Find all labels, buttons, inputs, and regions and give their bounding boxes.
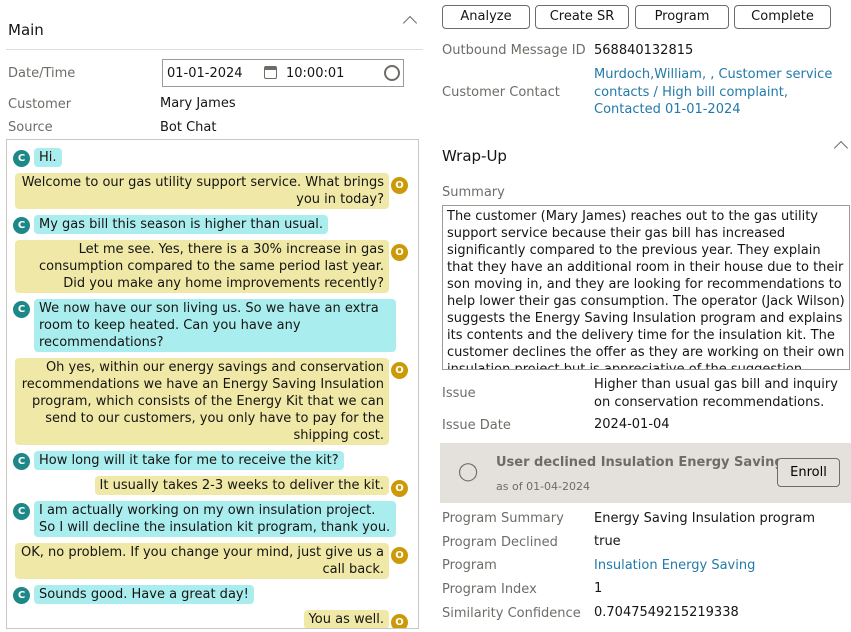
customer-message: C My gas bill this season is higher than … [7, 215, 418, 234]
message-text: How long will it take for me to receive … [34, 451, 344, 470]
customer-avatar-icon: C [13, 217, 30, 234]
operator-message: O OK, no problem. If you change your mind… [7, 543, 418, 579]
message-text: Hi. [34, 148, 62, 167]
banner-title: User declined Insulation Energy Saving [496, 455, 784, 470]
outbound-value: 568840132815 [594, 43, 694, 58]
message-text: Welcome to our gas utility support servi… [15, 173, 389, 209]
message-text: My gas bill this season is higher than u… [34, 215, 329, 234]
date-time-label: Date/Time [8, 66, 76, 81]
complete-button[interactable]: Complete [734, 5, 831, 29]
program-index-label: Program Index [442, 582, 537, 597]
issue-value: Higher than usual gas bill and inquiry o… [594, 377, 838, 410]
message-text: You as well. [303, 610, 389, 628]
program-link[interactable]: Insulation Energy Saving [594, 558, 755, 573]
divider [6, 49, 423, 50]
customer-value: Mary James [160, 96, 236, 111]
customer-avatar-icon: C [13, 301, 30, 318]
issue-date-value: 2024-01-04 [594, 417, 670, 432]
calendar-icon[interactable] [264, 66, 277, 79]
message-text: Sounds good. Have a great day! [34, 585, 254, 604]
summary-label: Summary [442, 185, 505, 200]
similarity-label: Similarity Confidence [442, 606, 581, 621]
program-declined-label: Program Declined [442, 535, 558, 550]
chat-transcript[interactable]: C Hi. O Welcome to our gas utility support … [6, 139, 419, 629]
wrapup-title: Wrap-Up [442, 147, 507, 165]
similarity-value: 0.7047549215219338 [594, 605, 739, 620]
program-summary-label: Program Summary [442, 511, 564, 526]
time-input[interactable]: 10:00:01 [286, 66, 344, 81]
issue-date-label: Issue Date [442, 418, 511, 433]
declined-banner: ◯ User declined Insulation Energy Saving… [440, 443, 851, 503]
contact-label: Customer Contact [442, 85, 560, 100]
source-value: Bot Chat [160, 120, 217, 135]
issue-label: Issue [442, 386, 476, 401]
main-section-title: Main [8, 21, 44, 39]
message-text: Let me see. Yes, there is a 30% increase… [15, 240, 389, 293]
customer-message: C Hi. [7, 148, 418, 167]
message-text: It usually takes 2-3 weeks to deliver th… [94, 476, 389, 495]
clock-icon[interactable] [384, 65, 400, 81]
contact-link[interactable]: Murdoch,William, , Customer service cont… [594, 66, 844, 119]
source-label: Source [8, 120, 53, 135]
customer-message: C Sounds good. Have a great day! [7, 585, 418, 604]
customer-avatar-icon: C [13, 503, 30, 520]
operator-avatar-icon: O [391, 614, 408, 628]
program-button[interactable]: Program [635, 5, 729, 29]
enroll-button[interactable]: Enroll [777, 458, 840, 487]
collapse-main-icon[interactable] [402, 15, 418, 31]
summary-textarea[interactable]: The customer (Mary James) reaches out to… [442, 205, 850, 370]
operator-message: O Oh yes, within our energy savings and c… [7, 358, 418, 445]
operator-message: O It usually takes 2-3 weeks to deliver t… [7, 476, 418, 497]
date-input[interactable]: 01-01-2024 [167, 66, 243, 81]
date-time-field[interactable]: 01-01-2024 10:00:01 [162, 59, 404, 87]
message-text: We now have our son living us. So we hav… [34, 299, 396, 352]
operator-message: O You as well. [7, 610, 418, 628]
customer-avatar-icon: C [13, 453, 30, 470]
operator-avatar-icon: O [391, 547, 408, 564]
banner-subtitle: as of 01-04-2024 [496, 480, 590, 493]
operator-avatar-icon: O [391, 177, 408, 194]
customer-message: CI am actually working on my own insulat… [7, 501, 418, 537]
program-declined-value: true [594, 534, 621, 549]
message-text: OK, no problem. If you change your mind,… [15, 543, 389, 579]
create-sr-button[interactable]: Create SR [535, 5, 629, 29]
customer-avatar-icon: C [13, 150, 30, 167]
collapse-wrapup-icon[interactable] [833, 140, 849, 156]
user-declined-icon: ◯ [458, 461, 479, 482]
operator-message: O Let me see. Yes, there is a 30% increas… [7, 240, 418, 293]
message-text: I am actually working on my own insulati… [34, 501, 396, 537]
outbound-label: Outbound Message ID [442, 43, 586, 58]
customer-avatar-icon: C [13, 587, 30, 604]
customer-message: C How long will it take for me to receive… [7, 451, 418, 470]
program-index-value: 1 [594, 581, 603, 596]
operator-avatar-icon: O [391, 244, 408, 261]
operator-message: O Welcome to our gas utility support serv… [7, 173, 418, 209]
message-text: Oh yes, within our energy savings and co… [15, 358, 389, 445]
program-summary-value: Energy Saving Insulation program [594, 511, 815, 526]
operator-avatar-icon: O [391, 480, 408, 497]
analyze-button[interactable]: Analyze [442, 5, 530, 29]
customer-label: Customer [8, 97, 72, 112]
operator-avatar-icon: O [391, 362, 408, 379]
customer-message: C We now have our son living us. So we ha… [7, 299, 418, 352]
program-label: Program [442, 558, 497, 573]
